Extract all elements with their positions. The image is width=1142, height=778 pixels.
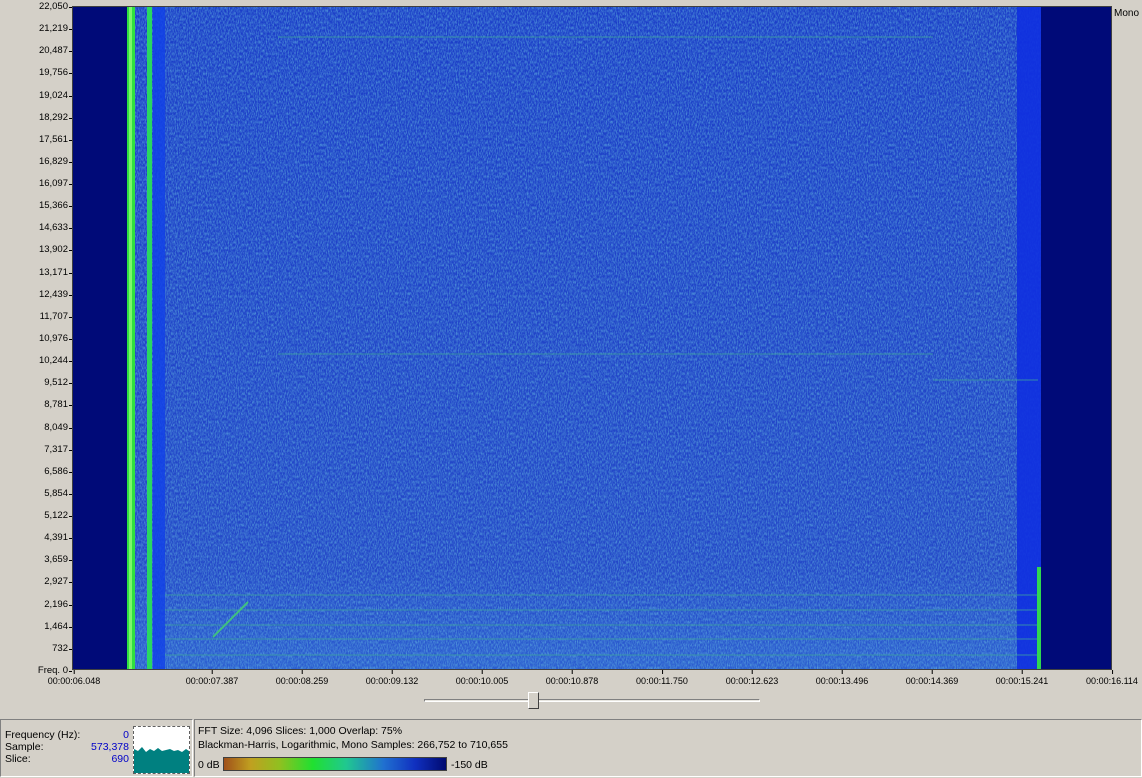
x-tick-label: 00:00:16.114 [1086,670,1138,686]
noise-texture [133,7,1041,669]
x-tick-label: 00:00:15.241 [995,670,1049,686]
time-axis: 00:00:06.048 00:00:07.387 00:00:08.259 00:0… [0,670,1142,692]
y-tick-label: 6,586 [44,465,72,477]
onset-transient-core [129,7,132,669]
channel-label: Mono [1114,8,1140,19]
x-tick-label: 00:00:11.750 [636,670,688,686]
scale-min-label: 0 dB [198,759,220,771]
y-tick-label: 7,317 [44,443,72,455]
x-tick-label: 00:00:10.005 [455,670,509,686]
y-tick-label: 13,902 [38,244,73,256]
y-tick-label: 3,659 [44,554,72,566]
y-tick-label: 20,487 [38,45,73,57]
readout-panel: Frequency (Hz): 0 Sample: 573,378 Slice:… [0,719,193,777]
x-tick-label: 00:00:10.878 [545,670,599,686]
slice-value: 690 [111,753,129,765]
y-tick-label: 8,781 [44,399,72,411]
y-tick-label: 10,244 [38,355,73,367]
y-tick-label: 19,756 [38,67,73,79]
frequency-axis: 22,050 21,219 20,487 19,756 19,024 18,292 17,5… [0,0,73,680]
y-tick-label: 2,927 [44,576,72,588]
y-tick-label: 8,049 [44,421,72,433]
y-tick-label: 19,024 [38,89,73,101]
y-tick-label: 5,122 [44,510,72,522]
transient-decay [153,7,165,669]
secondary-transient [147,7,152,669]
x-tick-label: 00:00:06.048 [47,670,101,686]
y-tick-label: 14,633 [38,222,73,234]
y-tick-label: 5,854 [44,487,72,499]
y-tick-label: 15,366 [38,200,73,212]
y-tick-label: 9,512 [44,377,72,389]
y-tick-label: 12,439 [38,288,73,300]
info-panel: FFT Size: 4,096 Slices: 1,000 Overlap: 7… [194,719,1142,777]
fft-settings: FFT Size: 4,096 Slices: 1,000 Overlap: 7… [198,725,403,737]
y-tick-label: 22,050 [38,1,73,12]
sample-value: 573,378 [91,741,129,753]
y-tick-label: 2,196 [44,598,72,610]
time-slider[interactable] [424,692,760,710]
y-tick-label: 10,976 [38,333,73,344]
y-tick-label: 4,391 [44,532,72,544]
slice-spectrum-thumbnail [133,726,190,774]
slider-thumb[interactable] [528,692,540,709]
x-tick-label: 00:00:13.496 [815,670,869,686]
frequency-label: Frequency (Hz): [5,729,81,741]
y-tick-label: 16,097 [38,178,73,190]
spectrogram-image [73,7,1111,669]
slice-label: Slice: [5,753,31,765]
y-tick-label: 16,829 [38,155,73,167]
sample-label: Sample: [5,741,44,753]
y-tick-label: 732 [52,642,72,654]
x-tick-label: 00:00:12.623 [725,670,779,686]
x-tick-label: 00:00:08.259 [275,670,329,686]
x-tick-label: 00:00:09.132 [365,670,419,686]
y-tick-label: 18,292 [38,111,73,123]
color-scale-bar [223,757,447,771]
y-tick-label: 17,561 [38,133,73,145]
ending-transient [1037,567,1041,669]
y-tick-label: 1,464 [44,620,72,632]
y-tick-label: 21,219 [38,23,73,35]
x-tick-label: 00:00:14.369 [905,670,959,686]
slider-track [424,699,760,702]
spectrogram-plot[interactable] [72,6,1112,670]
window-settings: Blackman-Harris, Logarithmic, Mono Sampl… [198,739,508,751]
y-tick-label: 13,171 [38,266,73,278]
y-tick-label: 11,707 [39,310,73,322]
scale-max-label: -150 dB [451,759,488,771]
x-tick-label: 00:00:07.387 [185,670,239,686]
frequency-value: 0 [123,729,129,741]
